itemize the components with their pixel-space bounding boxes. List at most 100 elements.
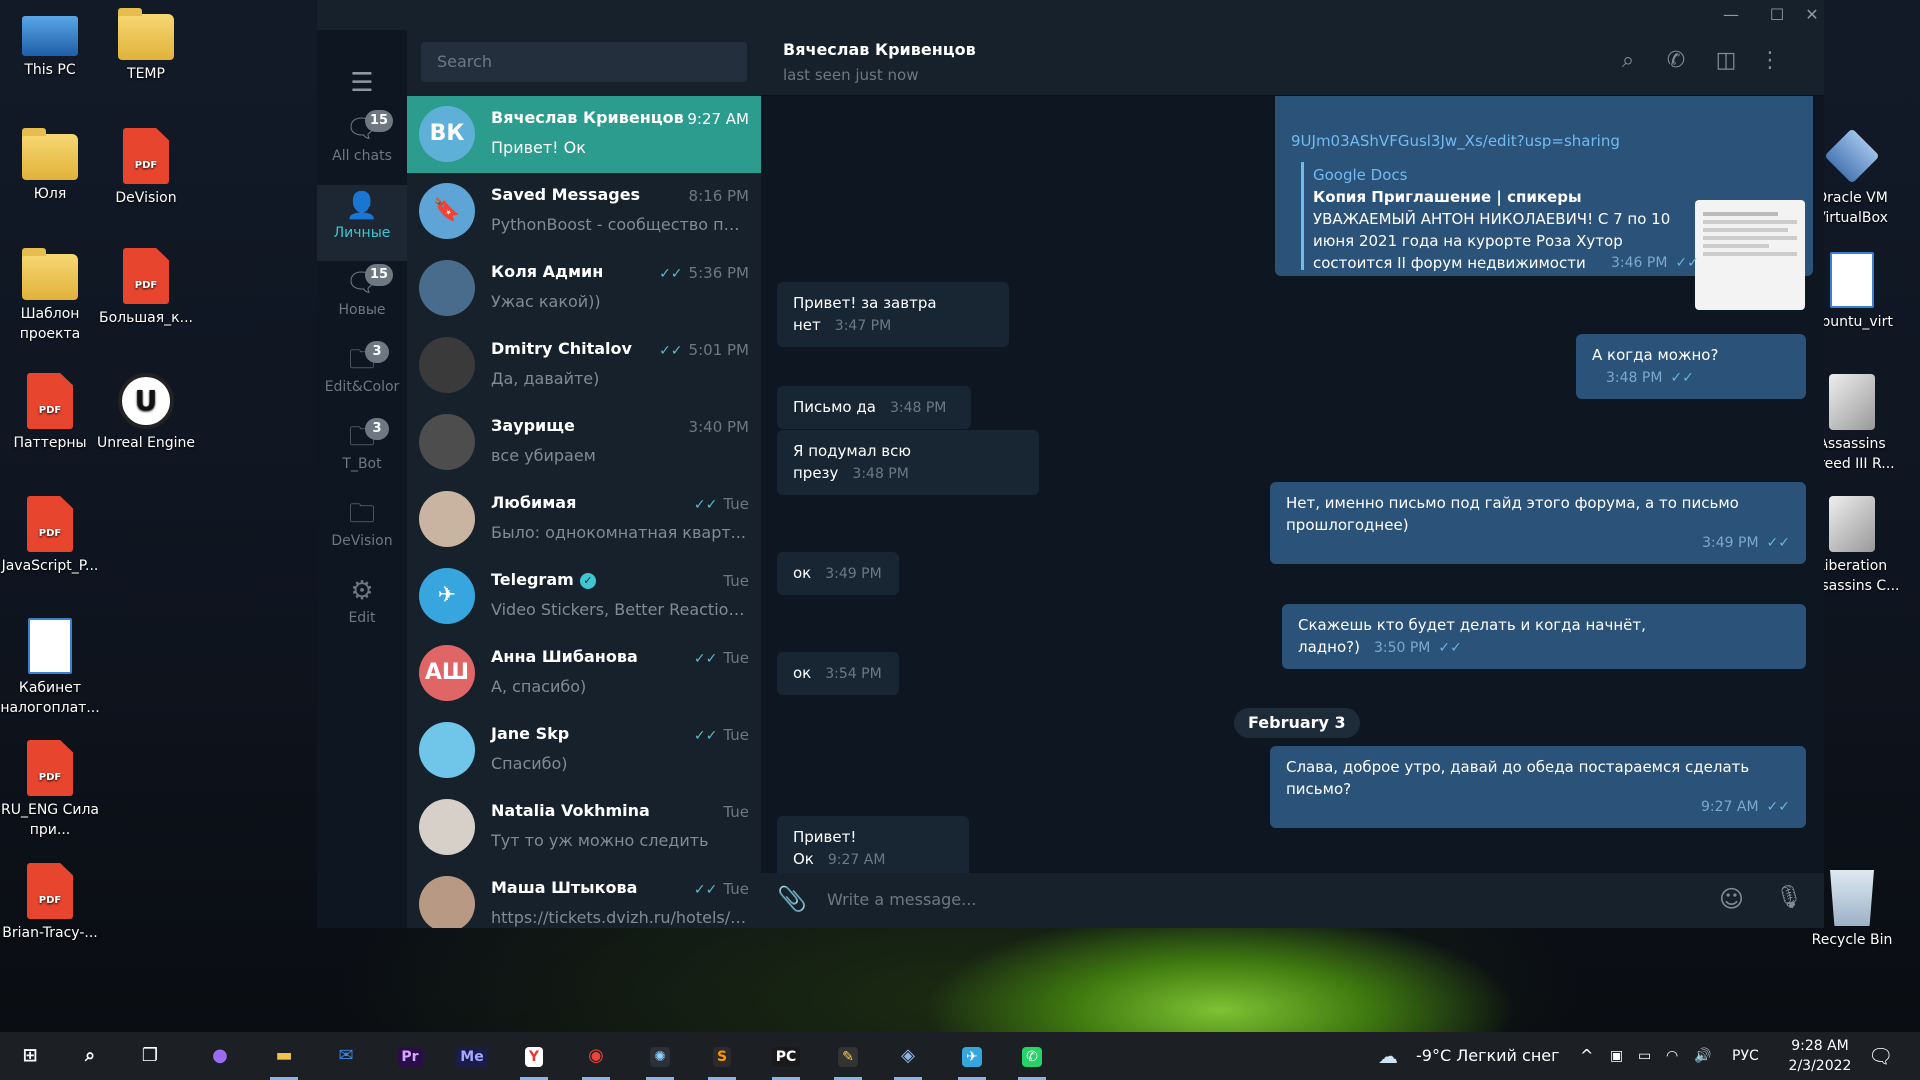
weather-text[interactable]: -9°C Легкий снег bbox=[1416, 1032, 1560, 1080]
left-icon-0[interactable]: This PC bbox=[0, 8, 100, 80]
taskbar-glyph: ✺ bbox=[650, 1047, 670, 1067]
emoji-icon[interactable]: ☺ bbox=[1719, 885, 1744, 913]
chat-row[interactable]: Любимая Было: однокомнатная кварт... ✓✓ Tue bbox=[407, 481, 761, 558]
folder-tab-1[interactable]: 👤 Личные bbox=[317, 185, 407, 261]
folder-tab-2[interactable]: 🗨 15 Новые bbox=[317, 262, 407, 338]
chat-row[interactable]: Маша Штыкова https://tickets.dvizh.ru/hot… bbox=[407, 866, 761, 928]
search-icon[interactable]: ⌕ bbox=[1613, 48, 1643, 73]
left-icon-3[interactable]: PDF DeVision bbox=[96, 128, 196, 208]
incoming-message[interactable]: Привет! Ок 9:27 AM bbox=[777, 816, 969, 881]
taskbar-glyph: ✉ bbox=[338, 1045, 354, 1066]
alice-icon[interactable]: ● bbox=[200, 1038, 240, 1074]
meet-now-icon[interactable]: ▣ bbox=[1610, 1032, 1623, 1080]
telegram-icon[interactable]: ✈ bbox=[952, 1038, 992, 1080]
mail-icon[interactable]: ✉ bbox=[326, 1038, 366, 1074]
desktop-icon-label: This PC bbox=[24, 62, 76, 78]
incoming-message[interactable]: ок 3:49 PM bbox=[777, 552, 899, 595]
task-view-icon[interactable]: ❐ bbox=[130, 1038, 170, 1074]
left-icon-10[interactable]: PDF RU_ENG Сила при... bbox=[0, 740, 100, 840]
peer-status: last seen just now bbox=[783, 66, 919, 84]
chat-row[interactable]: Коля Админ Ужас какой)) ✓✓ 5:36 PM bbox=[407, 250, 761, 327]
clock[interactable]: 9:28 AM 2/3/2022 bbox=[1782, 1036, 1858, 1080]
pycharm-icon[interactable]: PC bbox=[766, 1038, 806, 1080]
outgoing-message[interactable]: А когда можно? 3:48 PM ✓✓ bbox=[1576, 334, 1806, 399]
chat-last-message: Ужас какой)) bbox=[491, 292, 601, 311]
volume-icon[interactable]: 🔊 bbox=[1694, 1032, 1711, 1080]
davinci-icon[interactable]: ✺ bbox=[640, 1038, 680, 1080]
outgoing-message[interactable]: Слава, доброе утро, давай до обеда поста… bbox=[1270, 746, 1806, 828]
left-icon-9[interactable]: Кабинет налогоплат... bbox=[0, 618, 100, 718]
folder-tab-4[interactable]: 🗀 3 T_Bot bbox=[317, 416, 407, 492]
search-icon[interactable]: ⌕ bbox=[70, 1038, 110, 1074]
attach-icon[interactable]: 📎 bbox=[777, 885, 807, 913]
close-icon[interactable]: ✕ bbox=[1800, 0, 1824, 30]
title-bar[interactable]: — ☐ ✕ bbox=[317, 0, 1824, 30]
chat-time: Tue bbox=[723, 803, 749, 821]
sublime-icon[interactable]: S bbox=[702, 1038, 742, 1080]
link-preview-message[interactable]: 9UJm03AShVFGusl3Jw_Xs/edit?usp=sharing G… bbox=[1275, 96, 1813, 310]
menu-icon[interactable]: ☰ bbox=[317, 68, 407, 98]
wifi-icon[interactable]: ◠ bbox=[1666, 1032, 1678, 1080]
folder-tab-0[interactable]: 🗨 15 All chats bbox=[317, 108, 407, 184]
yandex-browser-icon[interactable]: Y bbox=[514, 1038, 554, 1080]
message-link[interactable]: 9UJm03AShVFGusl3Jw_Xs/edit?usp=sharing bbox=[1291, 130, 1620, 152]
virtualbox-icon[interactable]: ◈ bbox=[888, 1038, 928, 1080]
language-indicator[interactable]: РУС bbox=[1732, 1032, 1759, 1080]
sidebar-toggle-icon[interactable]: ◫ bbox=[1711, 48, 1741, 73]
outgoing-message[interactable]: Нет, именно письмо под гайд этого форума… bbox=[1270, 482, 1806, 564]
message-input[interactable]: Write a message... bbox=[827, 890, 976, 909]
chat-row[interactable]: ✈ Telegram ✓ Video Stickers, Better Reactio… bbox=[407, 558, 761, 635]
windows-start-icon[interactable]: ⊞ bbox=[10, 1038, 50, 1074]
incoming-message[interactable]: ок 3:54 PM bbox=[777, 652, 899, 695]
folder-tab-6[interactable]: ⚙ Edit bbox=[317, 570, 407, 646]
left-icon-1[interactable]: TEMP bbox=[96, 8, 196, 84]
desktop-icon-label: TEMP bbox=[127, 66, 165, 82]
doc-icon bbox=[28, 618, 72, 674]
chat-row[interactable]: 🔖 Saved Messages PythonBoost - сообщество … bbox=[407, 173, 761, 250]
read-check-icon: ✓✓ bbox=[1438, 640, 1462, 656]
sketchbook-icon[interactable]: ✎ bbox=[828, 1038, 868, 1080]
whatsapp-icon[interactable]: ✆ bbox=[1012, 1038, 1052, 1080]
more-icon[interactable]: ⋮ bbox=[1755, 48, 1785, 73]
explorer-icon[interactable]: ▬ bbox=[264, 1038, 304, 1080]
conversation-header[interactable]: Вячеслав Кривенцов last seen just now ⌕ … bbox=[761, 30, 1824, 96]
chat-name: Dmitry Chitalov bbox=[491, 339, 632, 358]
left-icon-8[interactable]: PDF JavaScript_P... bbox=[0, 496, 100, 576]
left-icon-7[interactable]: U Unreal Engine bbox=[96, 373, 196, 453]
preview-thumbnail[interactable] bbox=[1695, 200, 1805, 310]
chrome-icon[interactable]: ◉ bbox=[576, 1038, 616, 1080]
chat-row[interactable]: АШ Анна Шибанова А, спасибо) ✓✓ Tue bbox=[407, 635, 761, 712]
left-icon-6[interactable]: PDF Паттерны bbox=[0, 373, 100, 453]
media-encoder-icon[interactable]: Me bbox=[452, 1038, 492, 1074]
chat-row[interactable]: Natalia Vokhmina Тут то уж можно следить T… bbox=[407, 789, 761, 866]
folder-tab-5[interactable]: 🗀 DeVision bbox=[317, 493, 407, 569]
chat-row[interactable]: Заурище все убираем 3:40 PM bbox=[407, 404, 761, 481]
chat-row[interactable]: ВК Вячеслав Кривенцов Привет! Ок 9:27 AM bbox=[407, 96, 761, 173]
chat-row[interactable]: Dmitry Chitalov Да, давайте) ✓✓ 5:01 PM bbox=[407, 327, 761, 404]
taskbar-glyph: ⌕ bbox=[84, 1045, 96, 1066]
tray-chevron-icon[interactable]: ^ bbox=[1580, 1032, 1593, 1080]
incoming-message[interactable]: Привет! за завтра нет 3:47 PM bbox=[777, 282, 1009, 347]
folder-tab-3[interactable]: 🗀 3 Edit&Color bbox=[317, 339, 407, 415]
taskbar-glyph: ◉ bbox=[588, 1045, 604, 1066]
weather-icon[interactable]: ☁ bbox=[1378, 1032, 1398, 1080]
chat-row[interactable]: Jane Skp Спасибо) ✓✓ Tue bbox=[407, 712, 761, 789]
left-icon-5[interactable]: PDF Большая_к... bbox=[96, 248, 196, 328]
search-input[interactable]: Search bbox=[421, 42, 747, 82]
left-icon-2[interactable]: Юля bbox=[0, 128, 100, 204]
read-check-icon: ✓✓ bbox=[693, 728, 718, 744]
chats-icon: 🗨 15 bbox=[317, 262, 407, 302]
left-icon-11[interactable]: PDF Brian-Tracy-... bbox=[0, 863, 100, 943]
maximize-icon[interactable]: ☐ bbox=[1754, 0, 1800, 30]
battery-icon[interactable]: ▭ bbox=[1638, 1032, 1651, 1080]
microphone-icon[interactable]: 🎙 bbox=[1775, 885, 1803, 910]
minimize-icon[interactable]: — bbox=[1708, 0, 1754, 30]
outgoing-message[interactable]: Скажешь кто будет делать и когда начнёт,… bbox=[1282, 604, 1806, 669]
call-icon[interactable]: ✆ bbox=[1661, 48, 1691, 73]
premiere-icon[interactable]: Pr bbox=[390, 1038, 430, 1074]
incoming-message[interactable]: Письмо да 3:48 PM bbox=[777, 386, 971, 429]
ue-icon: U bbox=[118, 373, 174, 429]
incoming-message[interactable]: Я подумал всю презу 3:48 PM bbox=[777, 430, 1039, 495]
left-icon-4[interactable]: Шаблон проекта bbox=[0, 248, 100, 344]
notifications-icon[interactable]: 🗨 bbox=[1868, 1032, 1893, 1080]
